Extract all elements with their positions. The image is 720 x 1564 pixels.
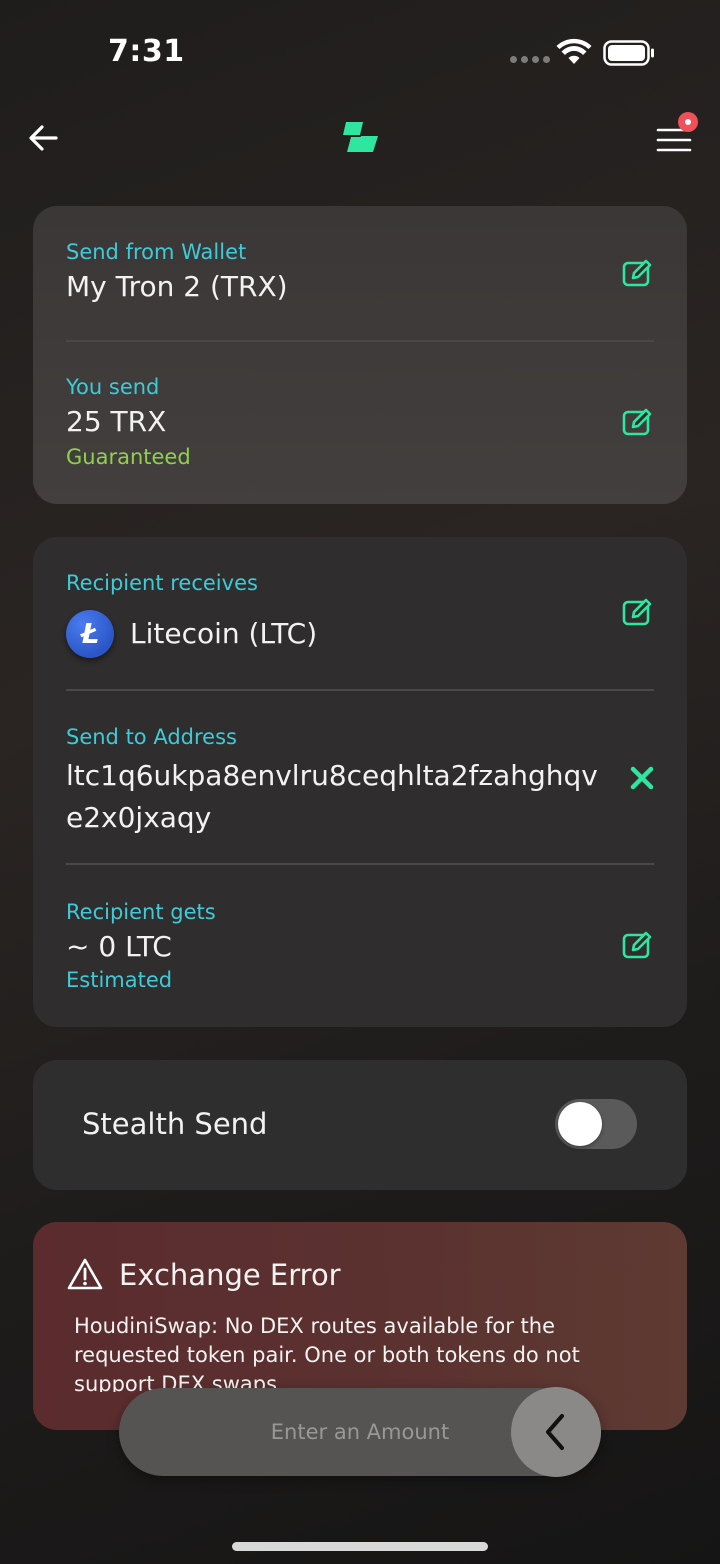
- litecoin-icon: Ł: [66, 610, 114, 658]
- warning-icon: [67, 1258, 103, 1290]
- clear-address-icon[interactable]: [629, 765, 655, 791]
- notification-badge: [678, 112, 698, 132]
- recipient-coin-name: Litecoin (LTC): [130, 617, 318, 650]
- status-bar: 7:31: [0, 0, 720, 100]
- you-send-label: You send: [66, 375, 160, 399]
- divider: [66, 863, 654, 865]
- cellular-signal-icon: [510, 56, 550, 63]
- divider: [66, 689, 654, 691]
- send-to-address-label: Send to Address: [66, 725, 237, 749]
- guaranteed-note: Guaranteed: [66, 445, 191, 469]
- you-send-value: 25 TRX: [66, 405, 167, 438]
- wifi-icon: [556, 38, 592, 64]
- stealth-send-card: Stealth Send: [33, 1060, 687, 1190]
- estimated-note: Estimated: [66, 968, 173, 992]
- error-message: HoudiniSwap: No DEX routes available for…: [74, 1314, 580, 1392]
- stealth-send-label: Stealth Send: [82, 1107, 268, 1141]
- edit-receive-amount-icon[interactable]: [621, 928, 655, 962]
- error-title: Exchange Error: [119, 1258, 341, 1292]
- send-from-wallet-value: My Tron 2 (TRX): [66, 270, 288, 303]
- edit-amount-icon[interactable]: [621, 405, 655, 439]
- stealth-send-toggle[interactable]: [555, 1099, 637, 1149]
- amount-bar: [119, 1387, 601, 1477]
- send-to-address-value: ltc1q6ukpa8envlru8ceqhlta2fzahghqve2x0jx…: [66, 759, 598, 834]
- brand-logo-icon: [343, 122, 378, 152]
- recipient-receives-label: Recipient receives: [66, 571, 258, 595]
- status-time: 7:31: [108, 34, 185, 69]
- divider: [66, 340, 654, 342]
- arrow-left-icon[interactable]: [26, 120, 62, 156]
- home-indicator: [232, 1542, 488, 1551]
- toggle-knob: [558, 1102, 602, 1146]
- chevron-left-icon: [546, 1414, 564, 1450]
- recipient-details-card: Recipient receives Ł Litecoin (LTC) Send…: [33, 537, 687, 1027]
- amount-action-button[interactable]: [511, 1387, 601, 1477]
- edit-coin-icon[interactable]: [621, 595, 655, 629]
- edit-wallet-icon[interactable]: [621, 256, 655, 290]
- recipient-gets-value: ~ 0 LTC: [66, 930, 172, 963]
- battery-icon: [603, 40, 654, 66]
- send-from-wallet-label: Send from Wallet: [66, 240, 247, 264]
- recipient-gets-label: Recipient gets: [66, 900, 216, 924]
- nav-bar: [0, 100, 720, 180]
- send-details-card: Send from Wallet My Tron 2 (TRX) You sen…: [33, 206, 687, 504]
